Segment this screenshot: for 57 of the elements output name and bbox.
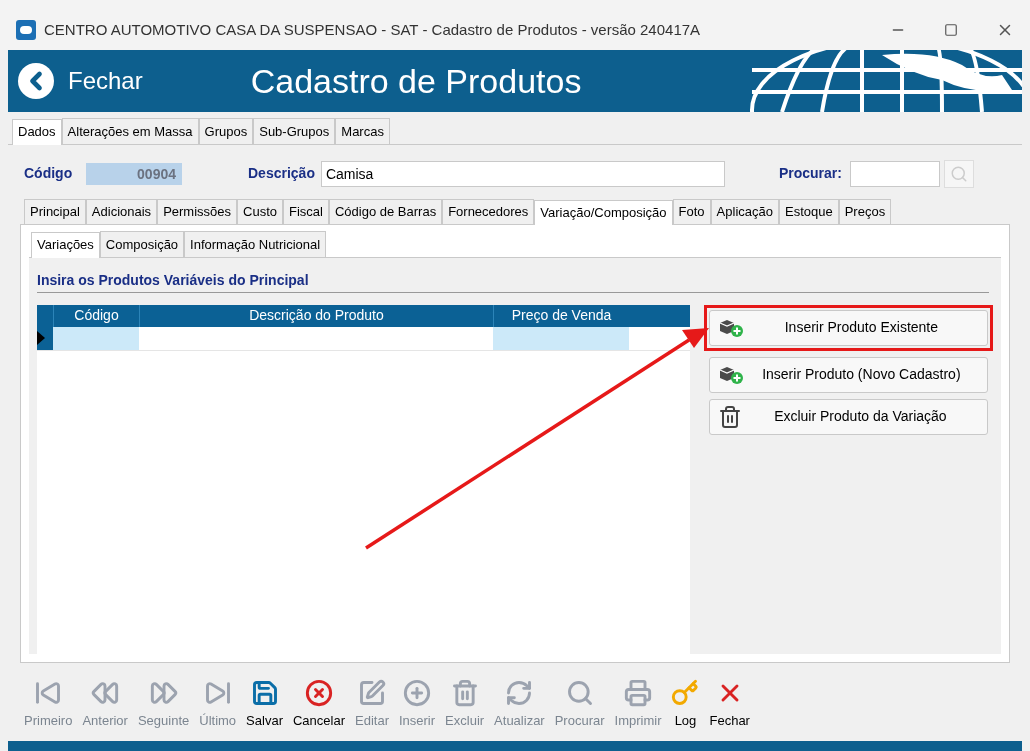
trash-icon bbox=[450, 679, 479, 708]
tab[interactable]: Dados bbox=[12, 119, 62, 145]
tab[interactable]: Estoque bbox=[778, 198, 839, 224]
tab[interactable]: Variações bbox=[31, 232, 100, 258]
box-add-icon bbox=[717, 317, 744, 338]
toolbar-button[interactable]: Log bbox=[669, 679, 702, 731]
field-label: Procurar: bbox=[778, 164, 842, 183]
search-icon bbox=[949, 164, 968, 183]
column-header: Código bbox=[53, 304, 139, 327]
edit-icon bbox=[358, 679, 386, 708]
tab[interactable]: Variação/Composição bbox=[534, 199, 673, 225]
window-title: CENTRO AUTOMOTIVO CASA DA SUSPENSAO - SAT - Cadastro de Produtos - versão 240417A bbox=[44, 19, 702, 40]
section-title: Insira os Produtos Variáveis do Principal bbox=[37, 269, 989, 293]
tab[interactable]: Grupos bbox=[198, 118, 254, 144]
tab[interactable]: Adicionais bbox=[85, 198, 158, 224]
toolbar-button[interactable]: Fechar bbox=[707, 679, 752, 731]
tab[interactable]: Sub-Grupos bbox=[253, 118, 336, 144]
box-add-icon bbox=[717, 364, 744, 385]
description-field[interactable]: Camisa bbox=[320, 160, 725, 187]
action-button[interactable]: Excluir Produto da Variação bbox=[708, 398, 988, 435]
back-button[interactable]: Fechar bbox=[18, 63, 143, 99]
plus-icon bbox=[403, 679, 432, 708]
page-title: Cadastro de Produtos bbox=[250, 60, 582, 102]
app-logo-icon bbox=[16, 20, 36, 40]
tab[interactable]: Código de Barras bbox=[328, 198, 443, 224]
tab[interactable]: Preços bbox=[838, 198, 892, 224]
field-label: Código bbox=[24, 164, 74, 183]
column-header: Descrição do Produto bbox=[139, 304, 493, 327]
search-field[interactable] bbox=[849, 160, 940, 187]
toolbar-button[interactable]: Salvar bbox=[244, 679, 285, 731]
tab[interactable]: Fornecedores bbox=[442, 198, 535, 224]
action-button[interactable]: Inserir Produto Existente bbox=[708, 309, 988, 346]
row-pointer-icon bbox=[37, 331, 45, 345]
tab[interactable]: Principal bbox=[24, 198, 86, 224]
maximize-icon[interactable] bbox=[944, 23, 958, 37]
field-label: Descrição bbox=[248, 164, 315, 183]
printer-icon bbox=[624, 679, 652, 708]
cancel-icon bbox=[305, 679, 333, 708]
tab[interactable]: Foto bbox=[672, 198, 711, 224]
save-icon bbox=[250, 679, 279, 708]
key-icon bbox=[671, 679, 700, 708]
search-icon bbox=[565, 679, 594, 708]
tab[interactable]: Custo bbox=[237, 198, 283, 224]
tab[interactable]: Permissões bbox=[157, 198, 238, 224]
trash-icon bbox=[717, 404, 742, 429]
tab[interactable]: Alterações em Massa bbox=[61, 118, 199, 144]
table-cell[interactable] bbox=[493, 326, 629, 350]
tab[interactable]: Composição bbox=[99, 231, 185, 257]
tab[interactable]: Marcas bbox=[335, 118, 390, 144]
tab[interactable]: Aplicação bbox=[710, 198, 779, 224]
action-button[interactable]: Inserir Produto (Novo Cadastro) bbox=[708, 356, 988, 393]
toolbar-button[interactable]: Cancelar bbox=[290, 679, 347, 731]
tab[interactable]: Informação Nutricional bbox=[184, 231, 327, 257]
tab[interactable]: Fiscal bbox=[283, 198, 329, 224]
table-cell[interactable] bbox=[53, 326, 139, 350]
column-header: Preço de Venda bbox=[493, 304, 629, 327]
refresh-icon bbox=[505, 679, 534, 708]
